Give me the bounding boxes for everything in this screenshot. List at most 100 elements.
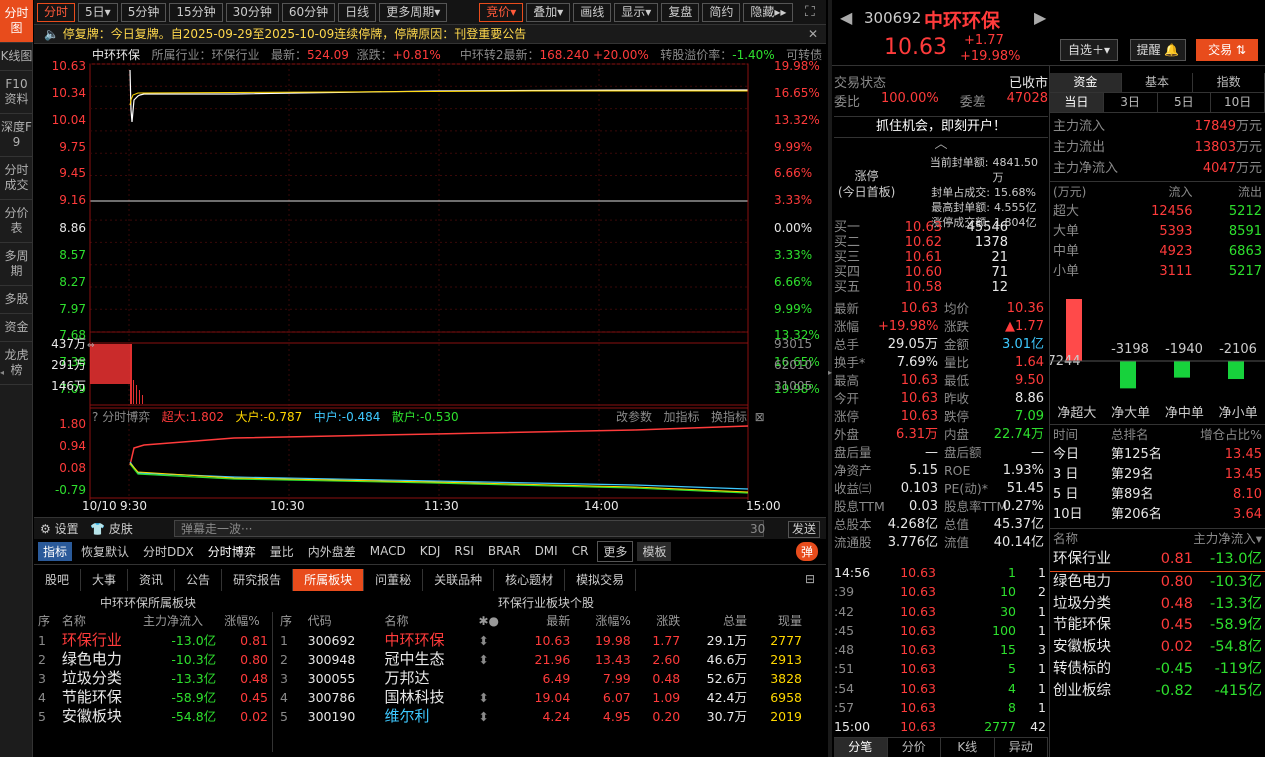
- nav-item-8[interactable]: 资金: [0, 314, 33, 342]
- period-tab-3[interactable]: 15分钟: [169, 2, 223, 22]
- fund-tab-0[interactable]: 资金: [1050, 73, 1122, 92]
- indicator-tab-7[interactable]: KDJ: [415, 543, 446, 559]
- period-tab-7[interactable]: 更多周期▾: [379, 2, 448, 22]
- block-head-cell[interactable]: 主力净流入: [139, 612, 220, 631]
- period-tab-0[interactable]: 分时: [37, 2, 76, 22]
- chevron-up-icon[interactable]: ︿: [834, 137, 1048, 152]
- close-indicator-icon[interactable]: ⊠: [755, 410, 765, 424]
- stock-head-cell[interactable]: 最新: [514, 612, 574, 631]
- right-block-row[interactable]: 绿色电力 0.80 -10.3亿: [1050, 572, 1265, 594]
- stock-head-cell[interactable]: 现量: [751, 612, 806, 631]
- fund-tab-2[interactable]: 指数: [1193, 73, 1265, 92]
- info-tab-8[interactable]: 核心题材: [494, 569, 566, 591]
- indicator-tab-11[interactable]: CR: [567, 543, 594, 559]
- info-tab-6[interactable]: 问董秘: [364, 569, 424, 591]
- stock-row[interactable]: 1 300692 中环环保 ⬍ 10.63 19.98 1.77 29.1万 2777: [276, 631, 806, 650]
- stock-head-cell[interactable]: 代码: [304, 612, 381, 631]
- bid-row[interactable]: 买二 10.62 1378: [834, 235, 1048, 250]
- indicator-tab-13[interactable]: 模板: [637, 541, 672, 561]
- stock-row[interactable]: 2 300948 冠中生态 ⬍ 21.96 13.43 2.60 46.6万 2913: [276, 650, 806, 669]
- expand-icon[interactable]: ⇔: [87, 341, 95, 351]
- indicator-tab-2[interactable]: 分时DDX: [138, 542, 199, 561]
- nav-item-2[interactable]: F10资料: [0, 71, 33, 114]
- right-block-row[interactable]: 转债标的 -0.45 -119亿: [1050, 659, 1265, 681]
- nav-item-1[interactable]: K线图: [0, 43, 33, 71]
- block-head-cell[interactable]: 名称: [58, 612, 139, 631]
- nav-item-5[interactable]: 分价表: [0, 200, 33, 243]
- tool-button-4[interactable]: 复盘: [661, 2, 700, 22]
- bid-row[interactable]: 买四 10.60 71: [834, 265, 1048, 280]
- indicator-tab-14[interactable]: 弹: [795, 541, 818, 561]
- intraday-chart[interactable]: [34, 60, 826, 518]
- period-tab-2[interactable]: 5日: [1158, 93, 1212, 112]
- indicator-tab-8[interactable]: RSI: [449, 543, 479, 559]
- block-row[interactable]: 4 节能环保 -58.9亿 0.45: [34, 688, 272, 707]
- info-tab-3[interactable]: 公告: [175, 569, 223, 591]
- skin-icon[interactable]: 👕: [90, 522, 105, 536]
- tool-button-3[interactable]: 显示▾: [614, 2, 659, 22]
- close-notice-icon[interactable]: ✕: [808, 27, 818, 41]
- help-icon[interactable]: ?: [92, 410, 98, 424]
- stock-head-cell[interactable]: 序: [276, 612, 304, 631]
- indicator-tab-3[interactable]: 分时博弈: [203, 542, 261, 561]
- block-head-cell[interactable]: 序: [34, 612, 58, 631]
- indicator-tab-10[interactable]: DMI: [530, 543, 563, 559]
- watchlist-button[interactable]: 自选＋▾: [1060, 39, 1118, 61]
- right-block-row[interactable]: 垃圾分类 0.48 -13.3亿: [1050, 594, 1265, 616]
- fund-tab-1[interactable]: 基本: [1122, 73, 1194, 92]
- nav-item-6[interactable]: 多周期: [0, 243, 33, 286]
- info-tab-2[interactable]: 资讯: [128, 569, 176, 591]
- stock-row[interactable]: 3 300055 万邦达 6.49 7.99 0.48 52.6万 3828: [276, 669, 806, 688]
- right-block-row[interactable]: 安徽板块 0.02 -54.8亿: [1050, 637, 1265, 659]
- tick-tab-2[interactable]: K线: [941, 738, 995, 757]
- info-tab-0[interactable]: 股吧: [34, 569, 82, 591]
- settings-label[interactable]: 设置: [55, 522, 79, 536]
- indicator-tab-4[interactable]: 量比: [265, 542, 299, 561]
- indicator-tab-9[interactable]: BRAR: [483, 543, 526, 559]
- info-tab-4[interactable]: 研究报告: [222, 569, 294, 591]
- fullscreen-icon[interactable]: ⛶: [805, 4, 815, 20]
- info-tab-9[interactable]: 模拟交易: [565, 569, 637, 591]
- block-row[interactable]: 3 垃圾分类 -13.3亿 0.48: [34, 669, 272, 688]
- right-block-row[interactable]: 节能环保 0.45 -58.9亿: [1050, 615, 1265, 637]
- open-account-promo[interactable]: 抓住机会，即刻开户！: [834, 116, 1048, 137]
- indicator-tab-1[interactable]: 恢复默认: [76, 542, 134, 561]
- info-tab-5[interactable]: 所属板块: [293, 569, 365, 591]
- tool-button-6[interactable]: 隐藏▸▸: [743, 2, 794, 22]
- swap-indicator-button[interactable]: 换指标: [711, 410, 747, 424]
- right-block-row[interactable]: 环保行业 0.81 -13.0亿: [1050, 549, 1265, 572]
- left-collapse-icon[interactable]: ◂: [0, 368, 4, 377]
- add-indicator-button[interactable]: 加指标: [663, 410, 699, 424]
- tick-tab-3[interactable]: 异动: [995, 738, 1048, 757]
- stock-head-cell[interactable]: 涨幅%: [574, 612, 634, 631]
- indicator-tab-6[interactable]: MACD: [365, 543, 411, 559]
- next-stock-icon[interactable]: ▶: [1034, 8, 1046, 27]
- tick-tab-0[interactable]: 分笔: [834, 738, 888, 757]
- stock-head-cell[interactable]: 名称: [381, 612, 475, 631]
- period-tab-5[interactable]: 60分钟: [281, 2, 336, 22]
- block-row[interactable]: 2 绿色电力 -10.3亿 0.80: [34, 650, 272, 669]
- tool-button-1[interactable]: 叠加▾: [526, 2, 571, 22]
- bid-row[interactable]: 买五 10.58 12: [834, 280, 1048, 295]
- stock-row[interactable]: 5 300190 维尔利 ⬍ 4.24 4.95 0.20 30.7万 2019: [276, 707, 806, 726]
- danmu-input[interactable]: 弹幕走一波···: [174, 520, 764, 537]
- tick-tab-1[interactable]: 分价: [888, 738, 941, 757]
- block-row[interactable]: 5 安徽板块 -54.8亿 0.02: [34, 707, 272, 726]
- nav-item-0[interactable]: 分时图: [0, 0, 33, 43]
- nav-item-3[interactable]: 深度F9: [0, 114, 33, 157]
- tool-button-0[interactable]: 竞价▾: [479, 2, 524, 22]
- period-tab-0[interactable]: 当日: [1050, 93, 1104, 112]
- nav-item-4[interactable]: 分时成交: [0, 157, 33, 200]
- stock-row[interactable]: 4 300786 国林科技 ⬍ 19.04 6.07 1.09 42.4万 6958: [276, 688, 806, 707]
- nav-item-7[interactable]: 多股: [0, 286, 33, 314]
- trade-button[interactable]: 交易 ⇅: [1196, 39, 1258, 61]
- stock-head-cell[interactable]: 涨跌: [635, 612, 684, 631]
- bid-row[interactable]: 买三 10.61 21: [834, 250, 1048, 265]
- info-tab-1[interactable]: 大事: [81, 569, 129, 591]
- nav-item-9[interactable]: 龙虎榜: [0, 342, 33, 385]
- period-tab-4[interactable]: 30分钟: [225, 2, 279, 22]
- period-tab-6[interactable]: 日线: [338, 2, 377, 22]
- collapse-icon[interactable]: ⊟: [805, 572, 815, 586]
- right-block-row[interactable]: 创业板综 -0.82 -415亿: [1050, 681, 1265, 703]
- settings-icon[interactable]: ⚙: [40, 522, 51, 536]
